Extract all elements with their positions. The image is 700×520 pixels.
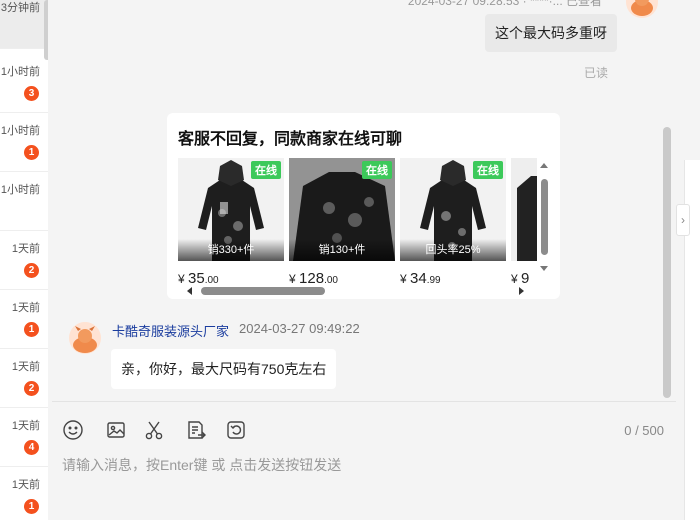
sales-stat: 销330+件: [178, 239, 284, 261]
product-item[interactable]: 在线 销330+件 ¥ 35.00: [178, 158, 284, 287]
message-time: 2024-03-27 09:49:22: [239, 321, 360, 336]
user-avatar[interactable]: [626, 0, 658, 18]
read-status: 已读: [583, 66, 608, 80]
conversation-item[interactable]: 1小时前 1: [0, 113, 48, 172]
card-horizontal-scrollbar[interactable]: [201, 287, 325, 295]
online-tag: 在线: [473, 161, 503, 179]
product-price: ¥ 9: [511, 270, 530, 287]
unread-badge: 2: [24, 263, 39, 278]
seller-avatar[interactable]: [69, 322, 101, 354]
chat-scrollbar[interactable]: [663, 127, 671, 398]
unread-badge: 1: [24, 145, 39, 160]
card-vertical-scrollbar[interactable]: [541, 179, 548, 255]
sender-name[interactable]: 卡酷奇服装源头厂家: [112, 321, 229, 340]
online-tag: 在线: [251, 161, 281, 179]
conversation-item[interactable]: 1天前 1: [0, 290, 48, 349]
online-tag: 在线: [362, 161, 392, 179]
card-title: 客服不回复，同款商家在线可聊: [178, 131, 403, 148]
product-image: [511, 158, 537, 261]
image-icon[interactable]: [105, 419, 127, 441]
conversation-list-scrollbar[interactable]: [44, 0, 48, 60]
product-price: ¥ 35.00: [178, 270, 219, 287]
scroll-left-arrow[interactable]: [187, 287, 192, 295]
received-message-bubble: 亲，你好，最大尺码有750克左右: [111, 349, 337, 389]
conversation-list: 3分钟前 1小时前 3 1小时前 1 1小时前 1天前 2 1天前 1 1天前 …: [0, 0, 48, 520]
scroll-down-arrow[interactable]: [540, 266, 548, 271]
conversation-item[interactable]: 1天前 2: [0, 349, 48, 408]
message-meta: 2024-03-27 09:28:53 · ****·... 已查看: [407, 0, 602, 8]
chevron-right-icon[interactable]: ›: [676, 204, 690, 236]
conversation-time: 1天前: [11, 361, 40, 373]
conversation-time: 1小时前: [0, 184, 40, 196]
emoji-icon[interactable]: [62, 419, 84, 441]
conversation-item[interactable]: 1天前 2: [0, 231, 48, 290]
product-price: ¥ 34.99: [400, 270, 441, 287]
sent-message-bubble: 这个最大码多重呀: [485, 14, 617, 52]
product-item[interactable]: 在线 销130+件 ¥ 128.00: [289, 158, 395, 287]
scroll-right-arrow[interactable]: [519, 287, 524, 295]
conversation-item[interactable]: 1天前 4: [0, 408, 48, 467]
document-send-icon[interactable]: [185, 419, 207, 441]
product-item[interactable]: 在线 回头率25% ¥ 34.99: [400, 158, 506, 287]
conversation-item[interactable]: 1天前 1: [0, 467, 48, 520]
product-image: 在线 销130+件: [289, 158, 395, 261]
character-count: 0 / 500: [624, 423, 664, 438]
history-icon[interactable]: [225, 419, 247, 441]
scroll-up-arrow[interactable]: [540, 163, 548, 168]
product-item[interactable]: ¥ 9: [511, 158, 537, 287]
conversation-time: 3分钟前: [0, 2, 40, 14]
unread-badge: 4: [24, 440, 39, 455]
conversation-time: 1小时前: [0, 125, 40, 137]
sales-stat: 回头率25%: [400, 239, 506, 261]
conversation-time: 1天前: [11, 420, 40, 432]
conversation-item[interactable]: 1小时前 3: [0, 54, 48, 113]
conversation-time: 1小时前: [0, 66, 40, 78]
unread-badge: 1: [24, 322, 39, 337]
product-recommendation-card: 客服不回复，同款商家在线可聊 在线 销330+件 ¥ 35.00 在线 销130…: [167, 113, 560, 299]
message-input[interactable]: [62, 452, 662, 478]
product-image: 在线 销330+件: [178, 158, 284, 261]
scissors-icon[interactable]: [143, 419, 165, 441]
conversation-time: 1天前: [11, 479, 40, 491]
unread-badge: 1: [24, 499, 39, 514]
conversation-item[interactable]: 3分钟前: [0, 0, 48, 49]
conversation-item[interactable]: 1小时前: [0, 172, 48, 231]
sales-stat: 销130+件: [289, 239, 395, 261]
conversation-time: 1天前: [11, 302, 40, 314]
unread-badge: 2: [24, 381, 39, 396]
conversation-time: 1天前: [11, 243, 40, 255]
product-price: ¥ 128.00: [289, 270, 338, 287]
message-composer: 0 / 500: [52, 401, 676, 520]
unread-badge: 3: [24, 86, 39, 101]
chat-message-area: 2024-03-27 09:28:53 · ****·... 已查看 这个最大码…: [52, 0, 672, 400]
product-image: 在线 回头率25%: [400, 158, 506, 261]
